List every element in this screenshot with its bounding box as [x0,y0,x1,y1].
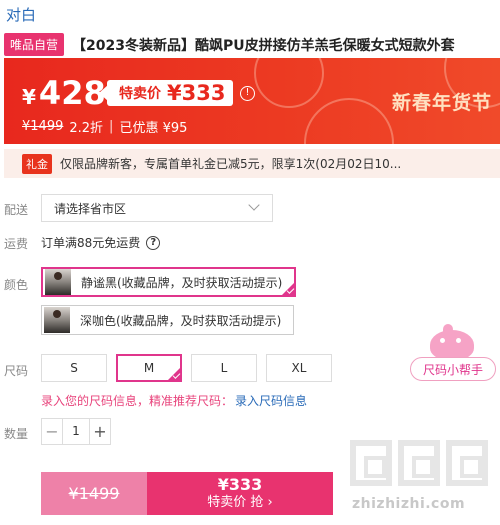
region-placeholder: 请选择省市区 [54,201,127,216]
size-text: M [143,361,155,375]
size-info-text: 录入您的尺码信息，精准推荐尺码： [41,394,234,408]
size-option-l[interactable]: L [191,354,257,382]
size-option-m[interactable]: M [116,354,182,382]
size-info: 录入您的尺码信息，精准推荐尺码： 录入尺码信息 [41,392,307,409]
selected-check-icon [167,367,181,381]
chevron-down-icon [248,199,260,211]
cloud-decoration [304,98,394,144]
size-text: XL [291,361,307,375]
color-name: 深咖色(收藏品牌，及时获取活动提示) [80,313,282,328]
question-circle-icon[interactable]: ? [146,235,161,250]
watermark-logo [350,440,392,486]
color-name: 静谧黑(收藏品牌，及时获取活动提示) [81,275,283,290]
size-option-s[interactable]: S [41,354,107,382]
quantity-stepper: − 1 + [41,418,111,445]
special-price-tag: 特卖价 ¥333 [98,80,234,106]
buy-now-button[interactable]: ¥333 特卖价 抢 › [147,472,333,515]
buy-price: ¥333 [217,474,263,494]
color-option-coffee[interactable]: 深咖色(收藏品牌，及时获取活动提示) [41,305,295,335]
watermark-text: zhizhizhi.com [352,496,466,512]
coupon-tag: 礼金 [22,153,52,174]
price-details: ¥1499 2.2折 | 已优惠 ¥95 [22,117,187,136]
coupon-bar[interactable]: 礼金 仅限品牌新客，专属首单礼金已减5元，限享1次(02月02日10... [4,149,500,178]
size-helper-label: 尺码小帮手 [410,357,496,381]
decrease-button[interactable]: − [42,419,62,444]
price-banner: ¥ 428 特卖价 ¥333 ! ¥1499 2.2折 | 已优惠 ¥95 新春… [4,58,500,144]
original-price-button[interactable]: ¥1499 [41,472,147,515]
freight-text: 订单满88元免运费 [41,236,141,250]
size-text: S [70,361,78,375]
mascot-icon [430,330,474,360]
brand-name[interactable]: 对白 [6,4,36,25]
enter-size-link[interactable]: 录入尺码信息 [235,392,307,409]
buy-action: 特卖价 抢 › [207,494,273,510]
original-price: ¥1499 [22,119,64,134]
color-label: 颜色 [4,278,29,292]
size-helper[interactable]: 尺码小帮手 [410,324,496,382]
coupon-text: 仅限品牌新客，专属首单礼金已减5元，限享1次(02月02日10... [60,157,402,171]
color-thumbnail [45,269,71,295]
selected-check-icon [281,282,296,296]
current-price-value: 428 [38,74,106,112]
currency-symbol: ¥ [22,85,36,109]
special-price-value: ¥333 [167,81,226,105]
special-price-label: 特卖价 [119,86,161,102]
color-thumbnail [44,307,70,333]
saved-amount: 已优惠 ¥95 [119,121,188,136]
discount-rate: 2.2折 [69,121,104,136]
cloud-decoration [254,58,324,108]
freight-label: 运费 [4,237,29,251]
self-operated-badge: 唯品自营 [4,33,65,56]
buy-bar: ¥1499 ¥333 特卖价 抢 › [41,472,333,515]
region-select[interactable]: 请选择省市区 [41,194,273,222]
festival-title: 新春年货节 [391,92,492,114]
size-text: L [220,361,228,375]
size-label: 尺码 [4,364,29,378]
watermark-logo [446,440,488,486]
product-title: 【2023冬装新品】酷飒PU皮拼接仿羊羔毛保暖女式短款外套 [72,37,455,54]
divider: | [109,119,114,134]
size-option-xl[interactable]: XL [266,354,332,382]
color-option-black[interactable]: 静谧黑(收藏品牌，及时获取活动提示) [41,267,297,297]
product-title-row: 唯品自营 【2023冬装新品】酷飒PU皮拼接仿羊羔毛保暖女式短款外套 [4,33,500,56]
freight-info: 订单满88元免运费 ? [41,234,161,251]
watermark-logo [398,440,440,486]
watermark: zhizhizhi.com [350,440,490,520]
info-icon[interactable]: ! [240,86,255,101]
increase-button[interactable]: + [90,419,110,444]
current-price: ¥ 428 [22,74,106,112]
delivery-label: 配送 [4,203,29,217]
quantity-label: 数量 [4,427,29,441]
quantity-value[interactable]: 1 [62,419,90,444]
